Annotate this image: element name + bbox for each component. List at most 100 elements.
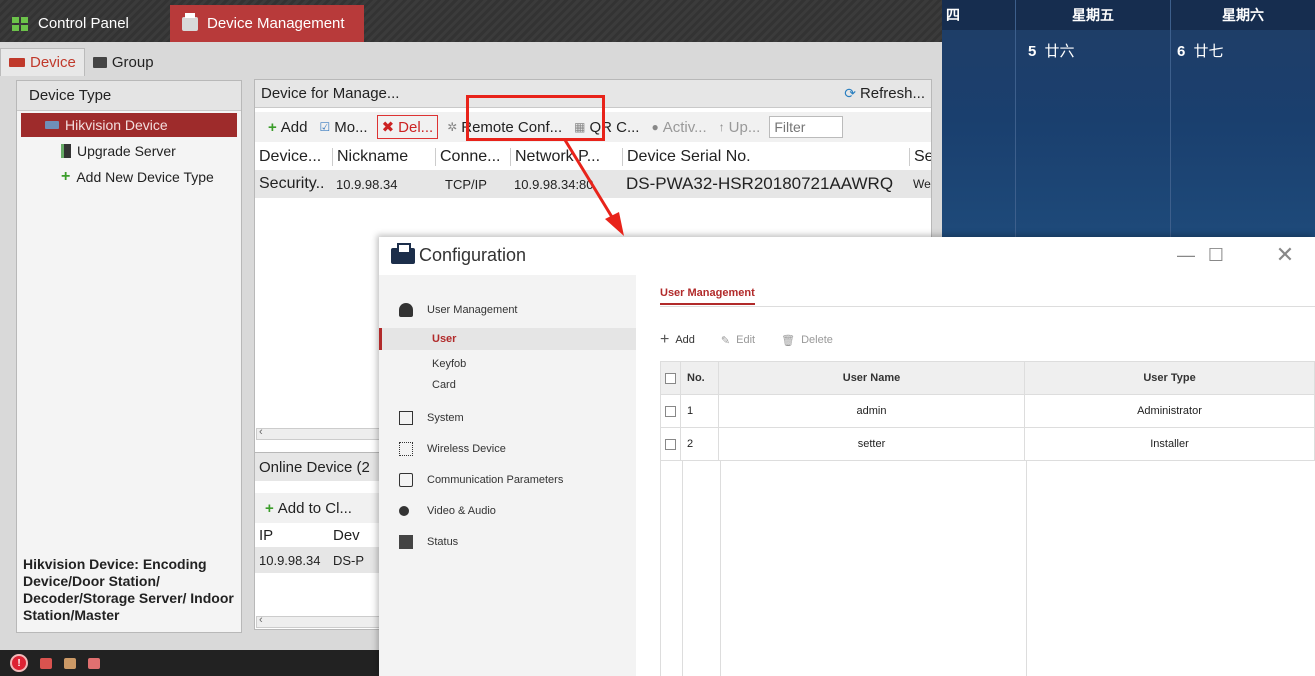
tab-control-panel[interactable]: Control Panel [0,5,141,42]
add-new-device-type[interactable]: + Add New Device Type [21,165,237,189]
upgrade-label: Up... [728,118,761,136]
calendar-weekday: 四 [942,0,1016,30]
subtab-group-label: Group [111,53,154,71]
column-divider [720,461,721,676]
subtab-device[interactable]: Device [0,48,85,76]
hikvision-device-icon [45,121,59,129]
checkbox[interactable] [665,405,676,417]
qr-code-button[interactable]: ▦ QR C... [571,115,642,139]
horizontal-scrollbar[interactable] [256,426,386,440]
plus-icon: + [61,168,71,185]
lunar-day: 廿七 [1193,43,1224,60]
calendar-weekday: 星期六 [1222,7,1264,23]
cell-no: 1 [680,394,719,428]
sidebar-item-wireless-device[interactable]: Wireless Device [379,434,636,464]
tab-user-management[interactable]: User Management [660,287,755,305]
checkbox[interactable] [665,438,676,450]
column-serial[interactable]: Device Serial No. [622,148,909,166]
refresh-button[interactable]: ⟳ Refresh... [844,85,925,102]
device-type-upgrade-server[interactable]: Upgrade Server [21,139,237,163]
calendar-header: 四 星期五 星期六 [942,0,1315,30]
add-device-button[interactable]: + Add [265,115,310,139]
bulb-icon: ● [651,120,659,134]
device-management-icon [182,12,198,31]
column-nickname[interactable]: Nickname [332,148,435,166]
column-connection[interactable]: Conne... [435,148,510,166]
cell-dev: DS-P [333,552,365,568]
delete-device-button[interactable]: ✖ Del... [376,115,439,139]
speaker-icon[interactable] [88,657,100,669]
control-panel-icon [12,16,29,31]
table-row[interactable]: 1 admin Administrator [660,394,1315,428]
alarm-icon[interactable]: ! [10,654,28,672]
device-type-label: Hikvision Device [65,117,168,133]
tab-divider [660,306,1315,307]
activate-button[interactable]: ● Activ... [648,115,709,139]
plus-icon: + [265,499,274,517]
calendar-day [942,30,1016,238]
add-to-client-button[interactable]: + Add to Cl... [255,493,393,523]
maximize-button[interactable]: ☐ [1204,243,1228,267]
close-button[interactable]: ✕ [1273,242,1297,267]
subtab-group[interactable]: Group [85,48,162,76]
edit-user-button[interactable]: ✎ Edit [721,331,755,349]
sidebar-item-label: Card [432,379,456,391]
sidebar-item-card[interactable]: Card [379,374,636,396]
calendar-day[interactable]: 5 廿六 [1016,30,1171,238]
minimize-button[interactable]: — [1174,243,1198,267]
delete-label: Delete [801,334,833,346]
delete-user-button[interactable]: 🗑 Delete [781,331,833,349]
horizontal-scrollbar[interactable] [256,614,386,628]
sidebar-item-keyfob[interactable]: Keyfob [379,353,636,375]
sidebar-item-communication[interactable]: Communication Parameters [379,465,636,495]
add-to-client-label: Add to Cl... [277,499,352,517]
row-select-cell[interactable] [660,427,681,461]
device-toolbar: + Add ☑ Mo... ✖ Del... ✲ Remote Conf... … [255,112,931,142]
checkbox[interactable] [665,372,676,384]
calendar-day[interactable]: 6 廿七 [1171,30,1315,238]
sidebar-item-user[interactable]: User [379,328,636,350]
sidebar-item-status[interactable]: Status [379,527,636,557]
sidebar-item-user-management[interactable]: User Management [379,295,636,325]
device-type-label: Add New Device Type [76,169,214,185]
upload-icon: ↑ [718,120,725,134]
image-icon[interactable] [64,657,76,669]
upgrade-button[interactable]: ↑ Up... [716,115,764,139]
sub-tabs: Device Group [0,48,942,76]
table-row[interactable]: 10.9.98.34 DS-P [255,547,393,573]
device-type-hikvision[interactable]: Hikvision Device [21,113,237,137]
column-security[interactable]: Secu [909,148,931,166]
modify-label: Mo... [334,118,368,136]
column-no: No. [680,361,719,395]
modify-device-button[interactable]: ☑ Mo... [316,115,370,139]
cell-nickname: 10.9.98.34 [336,176,398,192]
filter-input[interactable] [769,116,844,138]
device-type-panel: Device Type Hikvision Device Upgrade Ser… [16,80,242,633]
add-user-button[interactable]: + Add [660,331,695,349]
refresh-label: Refresh... [859,85,925,102]
table-row[interactable]: 2 setter Installer [660,427,1315,461]
column-network[interactable]: Network P... [510,148,622,166]
select-all-cell[interactable] [660,361,681,395]
alarm-bell-icon[interactable] [40,657,52,669]
column-ip[interactable]: IP [259,527,319,544]
column-device[interactable]: Device... [255,148,332,166]
cell-device: Security.. [259,175,325,192]
qr-code-icon: ▦ [574,120,586,134]
sidebar-item-system[interactable]: System [379,403,636,433]
network-icon [399,473,413,487]
user-toolbar: + Add ✎ Edit 🗑 Delete [660,331,833,349]
table-row[interactable]: Security.. 10.9.98.34 TCP/IP 10.9.98.34:… [255,170,931,198]
sidebar-item-label: Status [427,536,459,548]
tab-device-management[interactable]: Device Management [170,5,364,42]
lunar-day: 廿六 [1044,43,1075,60]
column-dev[interactable]: Dev [333,527,360,544]
sidebar-item-video-audio[interactable]: Video & Audio [379,496,636,526]
gear-icon: ✲ [447,120,458,134]
column-user-type: User Type [1024,361,1315,395]
row-select-cell[interactable] [660,394,681,428]
configuration-title-bar[interactable]: Configuration — ☐ ✕ [379,237,1315,275]
remote-config-button[interactable]: ✲ Remote Conf... [444,115,565,139]
close-icon: ✖ [381,119,395,136]
column-user-name: User Name [718,361,1025,395]
